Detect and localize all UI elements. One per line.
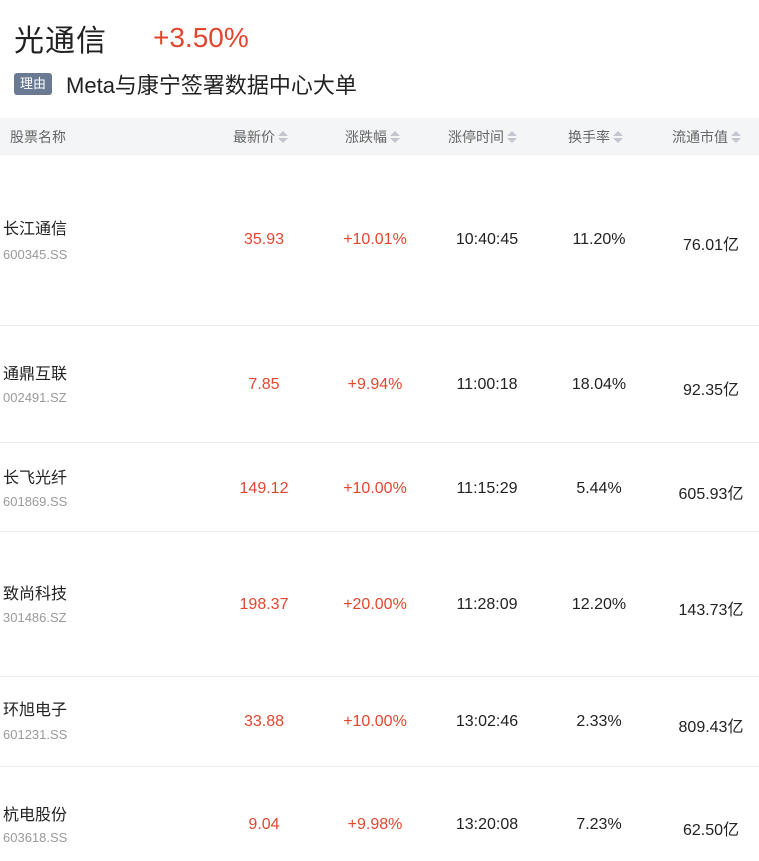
limit-up-time: 13:20:08 [455, 816, 519, 833]
market-cap: 809.43亿 [678, 719, 744, 736]
table-row[interactable]: 环旭电子 601231.SS 33.88 +10.00% 13:02:46 2.… [0, 677, 759, 767]
turnover-rate: 18.04% [571, 376, 627, 393]
column-header-label: 最新价 [233, 128, 275, 145]
turnover-rate: 5.44% [576, 480, 622, 497]
change-percent: +10.01% [343, 231, 407, 248]
latest-price: 35.93 [243, 231, 285, 248]
latest-price: 149.12 [239, 480, 289, 497]
turnover-rate: 11.20% [572, 231, 626, 248]
market-cap: 62.50亿 [682, 822, 740, 839]
limit-up-time: 11:28:09 [456, 596, 518, 613]
limit-up-time: 10:40:45 [455, 231, 519, 248]
market-cap: 605.93亿 [678, 486, 744, 503]
latest-price: 7.85 [248, 376, 280, 393]
column-header-label: 换手率 [568, 128, 610, 145]
column-header-label: 涨停时间 [448, 128, 504, 145]
stock-name: 长江通信 [3, 221, 68, 238]
column-header-turnover[interactable]: 换手率 [568, 118, 623, 155]
reason-tag: 理由 [14, 73, 53, 95]
table-row[interactable]: 长江通信 600345.SS 35.93 +10.01% 10:40:45 11… [0, 155, 759, 326]
limit-up-time: 11:00:18 [456, 376, 518, 393]
market-cap: 76.01亿 [682, 237, 740, 254]
market-cap: 92.35亿 [682, 382, 740, 399]
stock-name: 环旭电子 [3, 702, 68, 719]
change-percent: +9.94% [347, 376, 403, 393]
stock-name: 通鼎互联 [3, 366, 68, 383]
turnover-rate: 7.23% [576, 816, 622, 833]
stock-name: 杭电股份 [3, 807, 68, 824]
limit-up-time: 11:15:29 [456, 480, 518, 497]
latest-price: 33.88 [243, 713, 285, 730]
column-header-change[interactable]: 涨跌幅 [345, 118, 400, 155]
sector-header: 光通信 +3.50% [14, 16, 249, 60]
sector-name: 光通信 [14, 25, 107, 58]
change-percent: +20.00% [343, 596, 407, 613]
stock-name: 长飞光纤 [3, 470, 68, 487]
column-header-label: 流通市值 [672, 128, 728, 145]
reason-text: Meta与康宁签署数据中心大单 [66, 73, 357, 98]
market-cap: 143.73亿 [678, 602, 744, 619]
column-header-label: 股票名称 [10, 128, 66, 145]
latest-price: 198.37 [239, 596, 289, 613]
column-header-market-cap[interactable]: 流通市值 [672, 118, 741, 155]
column-header-name: 股票名称 [10, 118, 66, 155]
sort-icon[interactable] [613, 130, 623, 144]
sort-icon[interactable] [390, 130, 400, 144]
stock-name: 致尚科技 [3, 586, 68, 603]
stock-code: 600345.SS [3, 247, 68, 262]
stock-code: 301486.SZ [3, 610, 67, 625]
stock-code: 603618.SS [3, 830, 68, 845]
sort-icon[interactable] [731, 130, 741, 144]
table-header: 股票名称 最新价 涨跌幅 涨停时间 换手率 流通市值 [0, 118, 759, 155]
column-header-price[interactable]: 最新价 [233, 118, 288, 155]
stock-code: 002491.SZ [3, 390, 67, 405]
stock-code: 601231.SS [3, 727, 68, 742]
table-row[interactable]: 致尚科技 301486.SZ 198.37 +20.00% 11:28:09 1… [0, 532, 759, 677]
turnover-rate: 12.20% [571, 596, 627, 613]
stock-code: 601869.SS [3, 494, 68, 509]
reason-line: 理由 Meta与康宁签署数据中心大单 [14, 68, 357, 100]
latest-price: 9.04 [248, 816, 280, 833]
sort-icon[interactable] [278, 130, 288, 144]
limit-up-time: 13:02:46 [455, 713, 519, 730]
table-row[interactable]: 杭电股份 603618.SS 9.04 +9.98% 13:20:08 7.23… [0, 767, 759, 861]
table-row[interactable]: 长飞光纤 601869.SS 149.12 +10.00% 11:15:29 5… [0, 443, 759, 532]
change-percent: +9.98% [347, 816, 403, 833]
sort-icon[interactable] [507, 130, 517, 144]
column-header-limit-time[interactable]: 涨停时间 [448, 118, 517, 155]
change-percent: +10.00% [343, 713, 407, 730]
column-header-label: 涨跌幅 [345, 128, 387, 145]
sector-change: +3.50% [153, 22, 249, 53]
change-percent: +10.00% [343, 480, 407, 497]
turnover-rate: 2.33% [576, 713, 622, 730]
table-row[interactable]: 通鼎互联 002491.SZ 7.85 +9.94% 11:00:18 18.0… [0, 326, 759, 443]
